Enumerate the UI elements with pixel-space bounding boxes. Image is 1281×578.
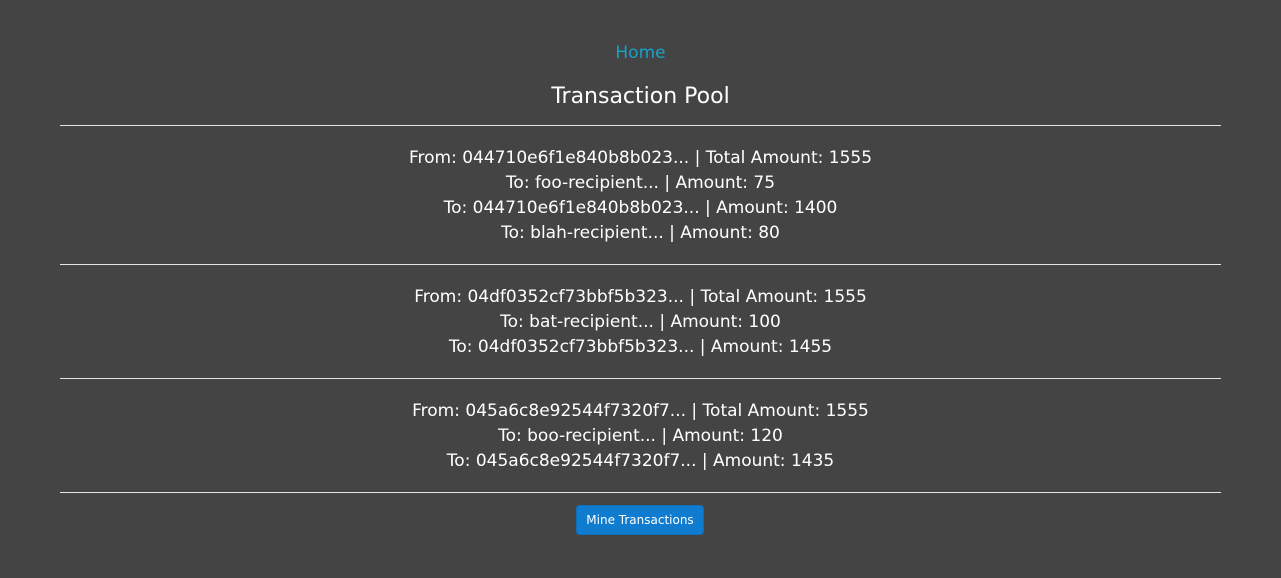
transaction-output: To: boo-recipient... | Amount: 120 (498, 426, 783, 446)
transaction-from: From: 04df0352cf73bbf5b323... | Total Am… (414, 287, 867, 307)
transaction-output: To: 04df0352cf73bbf5b323... | Amount: 14… (448, 337, 833, 357)
transaction-item: From: 045a6c8e92544f7320f7... | Total Am… (60, 379, 1221, 492)
home-link[interactable]: Home (615, 43, 665, 63)
transaction-from: From: 045a6c8e92544f7320f7... | Total Am… (412, 401, 869, 421)
transaction-item: From: 04df0352cf73bbf5b323... | Total Am… (60, 265, 1221, 378)
transaction-output: To: blah-recipient... | Amount: 80 (501, 223, 780, 243)
transaction-pool-list: From: 044710e6f1e840b8b023... | Total Am… (60, 125, 1221, 493)
transaction-output: To: foo-recipient... | Amount: 75 (505, 173, 776, 193)
transaction-output: To: bat-recipient... | Amount: 100 (500, 312, 781, 332)
divider (60, 492, 1221, 493)
mine-transactions-button[interactable]: Mine Transactions (576, 505, 704, 535)
transaction-item: From: 044710e6f1e840b8b023... | Total Am… (60, 126, 1221, 264)
page-title: Transaction Pool (551, 84, 730, 109)
home-link-row: Home (0, 42, 1281, 64)
transaction-pool-page: Home Transaction Pool From: 044710e6f1e8… (0, 0, 1281, 578)
transaction-from: From: 044710e6f1e840b8b023... | Total Am… (408, 148, 873, 168)
transaction-output: To: 045a6c8e92544f7320f7... | Amount: 14… (446, 451, 835, 471)
transaction-output: To: 044710e6f1e840b8b023... | Amount: 14… (443, 198, 838, 218)
